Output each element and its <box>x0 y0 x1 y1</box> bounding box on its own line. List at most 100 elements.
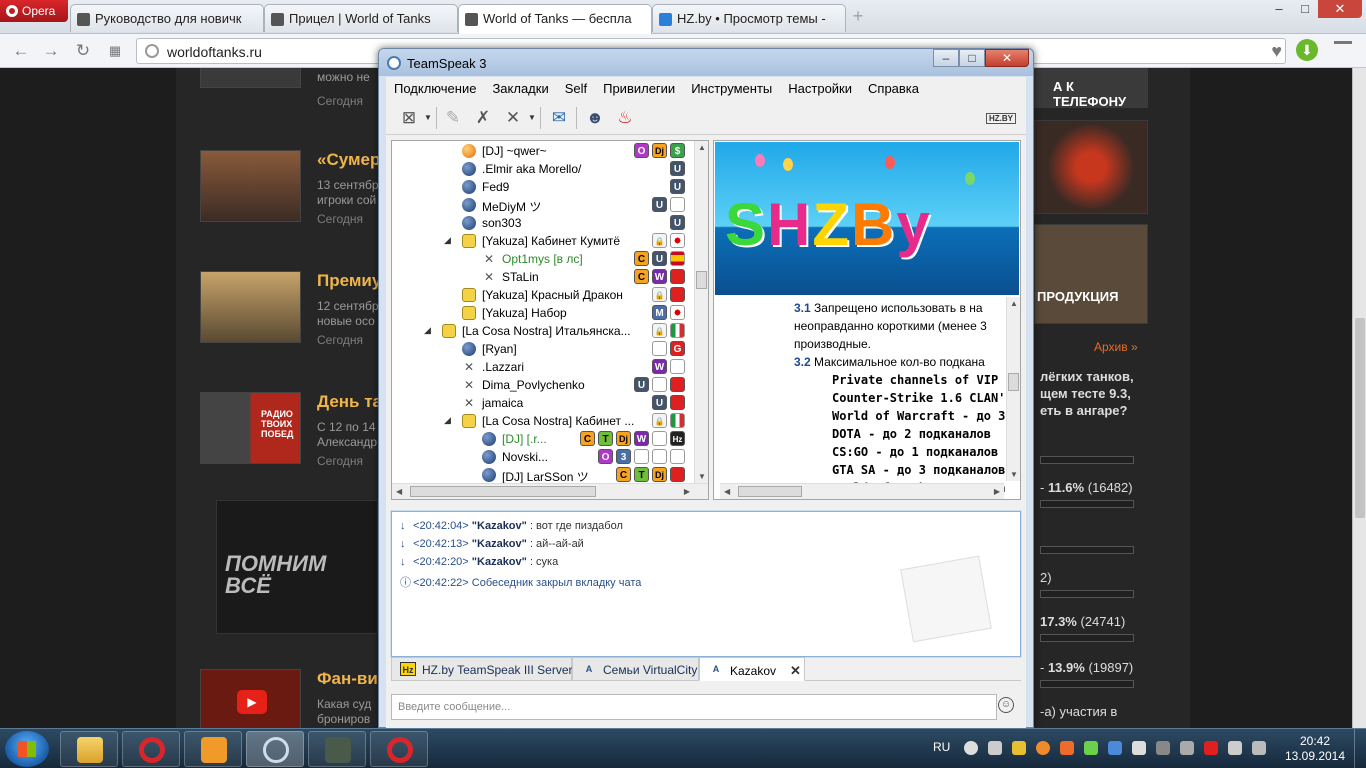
client-row[interactable]: MeDiyM ツ U <box>392 196 692 214</box>
taskbar-teamspeak[interactable] <box>246 731 304 767</box>
antivirus-icon[interactable] <box>1204 741 1218 755</box>
chevron-down-icon[interactable]: ▼ <box>424 105 432 131</box>
ts-menu-item[interactable]: Настройки <box>780 77 860 99</box>
bluetooth-icon[interactable] <box>1108 741 1122 755</box>
client-row[interactable]: .Elmir aka Morello/U <box>392 160 692 178</box>
channel-row[interactable]: ◢ [Yakuza] Кабинет Кумитё 🔒 <box>392 232 692 250</box>
taskbar-wot[interactable] <box>308 731 366 767</box>
chevron-down-icon[interactable]: ▼ <box>528 105 536 131</box>
client-row[interactable]: Novski... O 3 <box>392 448 692 466</box>
contacts-icon[interactable]: ☻ <box>582 105 608 131</box>
channel-row[interactable]: ◢ [La Cosa Nostra] Итальянска... 🔒 <box>392 322 692 340</box>
app-tray-icon[interactable] <box>1036 741 1050 755</box>
taskbar-media[interactable] <box>184 731 242 767</box>
scrollbar-thumb[interactable] <box>410 486 596 497</box>
scrollbar-thumb[interactable] <box>1008 373 1019 391</box>
expand-arrow-icon[interactable]: ◢ <box>424 325 431 336</box>
info-hscrollbar[interactable]: ◀ ▶ <box>720 483 1004 499</box>
taskbar-opera-2[interactable] <box>370 731 428 767</box>
scroll-down-icon[interactable]: ▼ <box>698 472 706 481</box>
scroll-left-icon[interactable]: ◀ <box>724 487 730 496</box>
speaker-icon[interactable] <box>1132 741 1146 755</box>
browser-tab-1[interactable]: Руководство для новичк <box>70 4 264 32</box>
taskbar-opera[interactable] <box>122 731 180 767</box>
heart-icon[interactable]: ♥ <box>1271 41 1282 62</box>
new-tab-button[interactable]: + <box>848 7 868 26</box>
maximize-button[interactable]: □ <box>959 49 985 67</box>
taskbar-clock[interactable]: 20:42 13.09.2014 <box>1282 734 1348 764</box>
language-indicator[interactable]: RU <box>933 740 950 754</box>
product-banner[interactable]: ПРОДУКЦИЯ <box>1034 224 1148 324</box>
menu-icon[interactable] <box>1334 41 1352 59</box>
scroll-right-icon[interactable]: ▶ <box>994 487 1000 496</box>
ts-menu-item[interactable]: Инструменты <box>683 77 780 99</box>
client-row[interactable]: ✕ Dima_Povlychenko U <box>392 376 692 394</box>
ts-menu-item[interactable]: Справка <box>860 77 927 99</box>
page-scrollbar[interactable] <box>1352 68 1366 728</box>
tree-scrollbar[interactable]: ▲ ▼ <box>694 141 708 483</box>
mute-mic-icon[interactable]: ✗ <box>470 105 496 131</box>
tab-channel-chat[interactable]: A Семьи VirtualCity <box>572 657 699 681</box>
client-row[interactable]: son303 U <box>392 214 692 232</box>
browser-tab-2[interactable]: Прицел | World of Tanks <box>264 4 458 32</box>
sync-icon[interactable] <box>1084 741 1098 755</box>
scroll-down-icon[interactable]: ▼ <box>1010 470 1018 479</box>
settings-banner[interactable] <box>1034 120 1148 214</box>
disconnect-icon[interactable]: ⊠ <box>396 105 422 131</box>
speed-dial-icon[interactable]: ▦ <box>104 40 126 62</box>
away-icon[interactable]: ✎ <box>440 105 466 131</box>
ts-menu-item[interactable]: Подключение <box>386 77 484 99</box>
forward-arrow-icon[interactable]: → <box>40 40 62 62</box>
client-row[interactable]: [DJ] ~qwer~ O Dj $ <box>392 142 692 160</box>
scroll-up-icon[interactable]: ▲ <box>1010 299 1018 308</box>
ts-titlebar[interactable]: TeamSpeak 3 – □ ✕ <box>379 49 1033 76</box>
message-input[interactable]: Введите сообщение... <box>391 694 997 720</box>
expand-arrow-icon[interactable]: ◢ <box>444 235 451 246</box>
tree-hscrollbar[interactable]: ◀ ▶ <box>392 483 708 499</box>
client-row[interactable]: [Ryan] G <box>392 340 692 358</box>
plugin-icon[interactable]: ♨ <box>612 105 638 131</box>
tab-private-chat[interactable]: A Kazakov ✕ <box>699 657 805 681</box>
pomnim-banner[interactable]: ПОМНИМ ВСЁ <box>216 500 378 634</box>
ts-menu-item[interactable]: Закладки <box>484 77 556 99</box>
client-row[interactable]: [DJ] LarSSon ツ C T Dj <box>392 466 692 484</box>
reload-icon[interactable]: ↻ <box>72 40 94 62</box>
scroll-up-icon[interactable]: ▲ <box>698 143 706 152</box>
scrollbar-thumb[interactable] <box>738 486 802 497</box>
browser-tab-3[interactable]: World of Tanks — беспла <box>458 4 652 34</box>
close-icon[interactable]: ✕ <box>790 663 801 678</box>
start-button[interactable] <box>5 731 49 767</box>
client-row[interactable]: Fed9 U <box>392 178 692 196</box>
scrollbar-thumb[interactable] <box>696 271 707 289</box>
maximize-button[interactable]: □ <box>1292 0 1318 18</box>
channel-row[interactable]: [Yakuza] Красный Дракон 🔒 <box>392 286 692 304</box>
volume-icon[interactable] <box>988 741 1002 755</box>
steam-icon[interactable] <box>964 741 978 755</box>
info-scrollbar[interactable]: ▲ ▼ <box>1006 297 1020 481</box>
display-icon[interactable] <box>1156 741 1170 755</box>
download-icon[interactable]: ⬇ <box>1296 39 1318 61</box>
taskbar-explorer[interactable] <box>60 731 118 767</box>
client-row[interactable]: [DJ] [.r... C T Dj W Hz <box>392 430 692 448</box>
scrollbar-thumb[interactable] <box>1355 318 1365 518</box>
app-tray-icon[interactable] <box>1060 741 1074 755</box>
show-desktop-button[interactable] <box>1354 729 1366 768</box>
emoticon-icon[interactable]: ☺ <box>998 697 1014 713</box>
chat-log[interactable]: ↓ <20:42:04> "Kazakov" : вот где пиздабо… <box>390 510 1022 658</box>
scroll-left-icon[interactable]: ◀ <box>396 487 402 496</box>
scroll-right-icon[interactable]: ▶ <box>684 487 690 496</box>
phone-banner[interactable]: А К ТЕЛЕФОНУ <box>1034 68 1148 109</box>
back-arrow-icon[interactable]: ← <box>10 40 32 62</box>
expand-arrow-icon[interactable]: ◢ <box>444 415 451 426</box>
ts-menu-item[interactable]: Self <box>557 77 595 99</box>
client-row[interactable]: ✕ Opt1mys [в лс] C U <box>392 250 692 268</box>
client-row[interactable]: ✕ jamaica U <box>392 394 692 412</box>
minimize-button[interactable]: – <box>1266 0 1292 18</box>
channel-row[interactable]: ◢ [La Cosa Nostra] Кабинет ... 🔒 <box>392 412 692 430</box>
channel-row[interactable]: [Yakuza] Набор M <box>392 304 692 322</box>
chat-icon[interactable]: ✉ <box>546 105 572 131</box>
client-row[interactable]: ✕ STaLin C W <box>392 268 692 286</box>
warning-icon[interactable] <box>1012 741 1026 755</box>
close-button[interactable]: ✕ <box>1318 0 1362 18</box>
channel-tree[interactable]: [DJ] ~qwer~ O Dj $ .Elmir aka Morello/U Fed9 U… <box>391 140 709 500</box>
